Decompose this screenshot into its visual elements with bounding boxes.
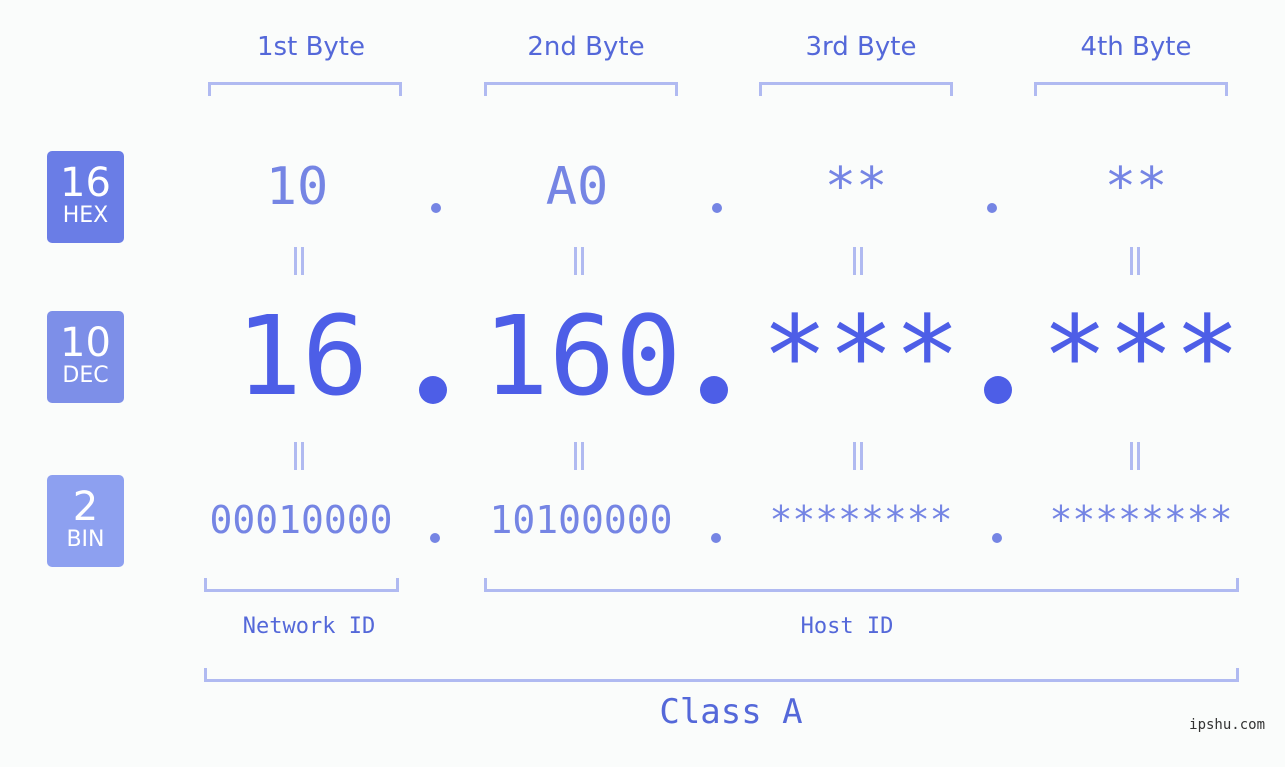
bin-badge-number: 2 bbox=[72, 484, 99, 530]
equals-icon bbox=[1128, 247, 1142, 275]
hex-separator-dot bbox=[712, 203, 722, 213]
dec-separator-dot bbox=[419, 376, 447, 404]
equals-icon bbox=[572, 247, 586, 275]
hex-byte-1: 10 bbox=[265, 157, 329, 217]
dec-byte-1: 16 bbox=[235, 292, 369, 420]
dec-separator-dot bbox=[700, 376, 728, 404]
byte-bracket-3 bbox=[759, 82, 953, 96]
hex-separator-dot bbox=[431, 203, 441, 213]
dec-separator-dot bbox=[984, 376, 1012, 404]
dec-badge-label: DEC bbox=[62, 363, 109, 388]
byte-header-3: 3rd Byte bbox=[805, 32, 917, 62]
dec-byte-4: *** bbox=[1041, 292, 1241, 420]
bin-separator-dot bbox=[992, 533, 1002, 543]
equals-icon bbox=[292, 247, 306, 275]
bin-byte-2: 10100000 bbox=[489, 498, 673, 542]
bin-badge: 2 BIN bbox=[47, 475, 124, 567]
host-id-bracket bbox=[484, 578, 1239, 592]
byte-bracket-2 bbox=[484, 82, 678, 96]
hex-byte-4: ** bbox=[1104, 157, 1168, 217]
equals-icon bbox=[292, 442, 306, 470]
equals-icon bbox=[572, 442, 586, 470]
bin-byte-3: ******** bbox=[769, 498, 953, 542]
dec-byte-2: 160 bbox=[482, 292, 682, 420]
equals-icon bbox=[851, 442, 865, 470]
dec-badge-number: 10 bbox=[60, 320, 111, 366]
dec-badge: 10 DEC bbox=[47, 311, 124, 403]
byte-header-4: 4th Byte bbox=[1080, 32, 1192, 62]
byte-header-1: 1st Byte bbox=[257, 32, 365, 62]
host-id-label: Host ID bbox=[800, 614, 894, 639]
byte-bracket-4 bbox=[1034, 82, 1228, 96]
bin-separator-dot bbox=[430, 533, 440, 543]
hex-badge: 16 HEX bbox=[47, 151, 124, 243]
bin-separator-dot bbox=[711, 533, 721, 543]
bin-byte-1: 00010000 bbox=[209, 498, 393, 542]
hex-badge-label: HEX bbox=[62, 203, 109, 228]
bin-badge-label: BIN bbox=[66, 527, 105, 552]
equals-icon bbox=[1128, 442, 1142, 470]
hex-separator-dot bbox=[987, 203, 997, 213]
byte-header-2: 2nd Byte bbox=[527, 32, 645, 62]
hex-byte-2: A0 bbox=[545, 157, 609, 217]
hex-badge-number: 16 bbox=[60, 160, 111, 206]
hex-byte-3: ** bbox=[824, 157, 888, 217]
watermark: ipshu.com bbox=[1189, 717, 1265, 733]
class-label: Class A bbox=[659, 692, 803, 732]
dec-byte-3: *** bbox=[761, 292, 961, 420]
class-bracket bbox=[204, 668, 1239, 682]
byte-bracket-1 bbox=[208, 82, 402, 96]
equals-icon bbox=[851, 247, 865, 275]
network-id-bracket bbox=[204, 578, 399, 592]
bin-byte-4: ******** bbox=[1049, 498, 1233, 542]
network-id-label: Network ID bbox=[242, 614, 376, 639]
